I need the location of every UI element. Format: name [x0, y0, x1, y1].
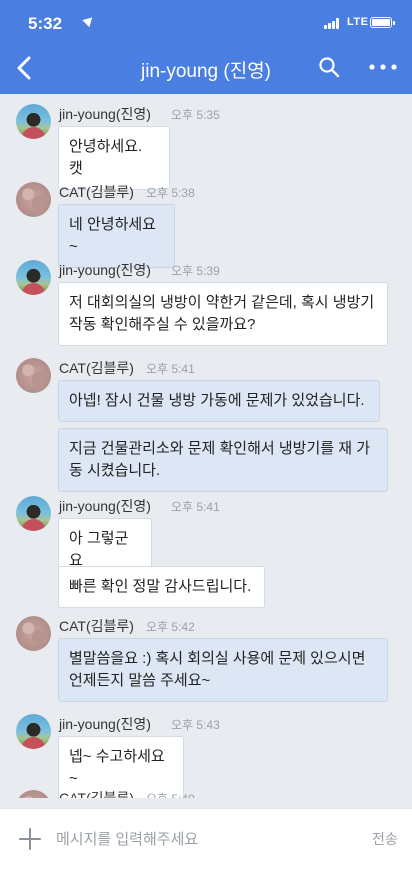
sender-name: CAT(김블루) [59, 618, 134, 634]
signal-icon [324, 18, 344, 29]
message-time: 오후 5:39 [171, 264, 220, 278]
avatar[interactable] [16, 182, 51, 217]
sender-name: CAT(김블루) [59, 790, 134, 798]
message-bubble[interactable]: 지금 건물관리소와 문제 확인해서 냉방기를 재 가동 시켰습니다. [58, 428, 388, 492]
app-header: 5:32 LTE jin-young (진영) [0, 0, 412, 94]
status-time: 5:32 [28, 14, 63, 33]
sender-name: jin-young(진영) [59, 262, 151, 278]
plus-icon[interactable] [18, 827, 42, 851]
message-bubble[interactable]: 안녕하세요. 캣 [58, 126, 170, 190]
message-bubble[interactable]: 아넵! 잠시 건물 냉방 가동에 문제가 있었습니다. [58, 380, 380, 422]
send-button[interactable]: 전송 [372, 829, 398, 849]
location-arrow-icon [82, 13, 96, 28]
nav-bar: jin-young (진영) [0, 44, 412, 92]
message-input-bar: 전송 [0, 808, 412, 869]
avatar[interactable] [16, 790, 51, 798]
sender-name: jin-young(진영) [59, 106, 151, 122]
sender-name: jin-young(진영) [59, 498, 151, 514]
network-type: LTE [347, 16, 369, 28]
message-bubble[interactable]: 네 안녕하세요~ [58, 204, 175, 268]
message-time: 오후 5:41 [146, 362, 195, 376]
avatar[interactable] [16, 616, 51, 651]
message-time: 오후 5:41 [171, 500, 220, 514]
avatar[interactable] [16, 260, 51, 295]
more-options-icon[interactable] [368, 56, 398, 78]
message-time: 오후 5:49 [146, 790, 195, 798]
avatar[interactable] [16, 496, 51, 531]
sender-name: CAT(김블루) [59, 360, 134, 376]
message-time: 오후 5:42 [146, 620, 195, 634]
message-input[interactable] [56, 827, 356, 851]
message-bubble[interactable]: 저 대회의실의 냉방이 약한거 같은데, 혹시 냉방기 작동 확인해주실 수 있… [58, 282, 388, 346]
sender-name: jin-young(진영) [59, 716, 151, 732]
search-icon[interactable] [318, 56, 340, 78]
avatar[interactable] [16, 104, 51, 139]
message-bubble[interactable]: 별말씀을요 :) 혹시 회의실 사용에 문제 있으시면 언제든지 말씀 주세요~ [58, 638, 388, 702]
message-time: 오후 5:35 [171, 108, 220, 122]
avatar[interactable] [16, 714, 51, 749]
sender-name: CAT(김블루) [59, 184, 134, 200]
chat-title: jin-young (진영) [141, 61, 271, 82]
battery-icon [370, 17, 395, 28]
message-time: 오후 5:38 [146, 186, 195, 200]
message-bubble[interactable]: 빠른 확인 정말 감사드립니다. [58, 566, 265, 608]
status-bar: 5:32 LTE [0, 0, 412, 44]
chat-thread[interactable]: jin-young(진영) 오후 5:35 안녕하세요. 캣 CAT(김블루) … [0, 94, 412, 798]
avatar[interactable] [16, 358, 51, 393]
message-time: 오후 5:43 [171, 718, 220, 732]
